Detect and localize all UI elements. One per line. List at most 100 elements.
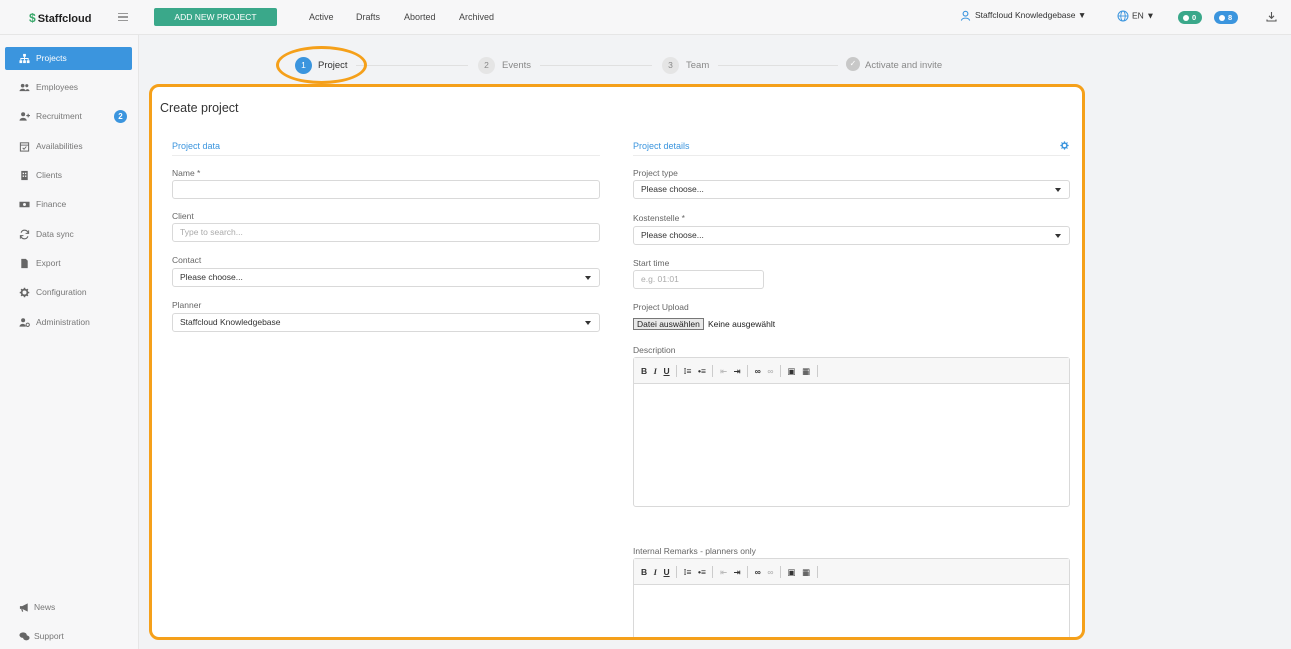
planner-select[interactable]: Staffcloud Knowledgebase xyxy=(172,313,600,332)
step-3-label[interactable]: Team xyxy=(686,60,709,71)
sidebar-item-administration[interactable]: Administration xyxy=(5,311,132,334)
section-project-details: Project details xyxy=(633,141,1070,156)
nav-archived[interactable]: Archived xyxy=(459,12,494,22)
choose-file-button[interactable]: Datei auswählen xyxy=(633,318,704,330)
unordered-list-icon[interactable]: •≡ xyxy=(698,358,706,384)
calendar-check-icon xyxy=(19,142,30,152)
step-4-check-icon[interactable]: ✓ xyxy=(846,57,860,71)
chat-count-badge[interactable]: 0 xyxy=(1178,11,1203,24)
bold-button[interactable]: B xyxy=(641,559,647,585)
unordered-list-icon[interactable]: •≡ xyxy=(698,559,706,585)
step-3-number[interactable]: 3 xyxy=(662,57,679,74)
gear-icon[interactable] xyxy=(1060,141,1069,150)
download-icon[interactable] xyxy=(1266,11,1277,22)
chat-icon xyxy=(1183,14,1189,21)
chat-count: 0 xyxy=(1192,13,1197,22)
italic-button[interactable]: I xyxy=(654,559,657,585)
internal-remarks-editor[interactable]: B I U ⁞≡ •≡ ⇤ ⇥ ∞ ∞ ▣ ▦ xyxy=(633,558,1070,637)
sitemap-icon xyxy=(19,53,30,64)
sidebar-item-label: Support xyxy=(34,631,64,641)
step-2-label[interactable]: Events xyxy=(502,60,531,71)
nav-active[interactable]: Active xyxy=(309,12,334,22)
sidebar-item-label: Projects xyxy=(36,53,67,63)
image-icon[interactable]: ▣ xyxy=(787,358,795,384)
sidebar-item-availabilities[interactable]: Availabilities xyxy=(5,135,132,158)
language-switcher[interactable]: EN ▼ xyxy=(1117,10,1155,22)
user-cog-icon xyxy=(19,318,30,327)
ordered-list-icon[interactable]: ⁞≡ xyxy=(684,358,692,384)
toolbar-divider xyxy=(712,566,714,578)
top-bar: $ Staffcloud ADD NEW PROJECT Active Draft… xyxy=(0,0,1291,35)
start-time-input[interactable]: e.g. 01:01 xyxy=(633,270,764,289)
bold-button[interactable]: B xyxy=(641,358,647,384)
unlink-icon[interactable]: ∞ xyxy=(767,559,773,585)
user-plus-icon xyxy=(19,112,30,121)
bell-icon xyxy=(1219,14,1225,21)
add-new-project-button[interactable]: ADD NEW PROJECT xyxy=(154,8,277,26)
contact-label: Contact xyxy=(172,255,202,265)
caret-down-icon xyxy=(1055,234,1061,238)
menu-toggle-icon[interactable] xyxy=(118,13,128,21)
gear-icon xyxy=(19,287,30,298)
language-code: EN xyxy=(1132,10,1144,21)
notification-count-badge[interactable]: 8 xyxy=(1214,11,1239,24)
user-menu[interactable]: Staffcloud Knowledgebase ▼ xyxy=(960,10,1086,22)
chat-icon xyxy=(19,632,30,641)
description-label: Description xyxy=(633,345,676,355)
caret-down-icon xyxy=(585,321,591,325)
caret-down-icon: ▼ xyxy=(1146,10,1155,21)
planner-label: Planner xyxy=(172,300,202,310)
name-input[interactable] xyxy=(172,180,600,199)
nav-drafts[interactable]: Drafts xyxy=(356,12,380,22)
project-type-value: Please choose... xyxy=(641,184,704,194)
link-icon[interactable]: ∞ xyxy=(755,559,761,585)
sidebar-item-label: Employees xyxy=(36,82,79,92)
sidebar-item-projects[interactable]: Projects xyxy=(5,47,132,70)
nav-aborted[interactable]: Aborted xyxy=(404,12,436,22)
remarks-toolbar: B I U ⁞≡ •≡ ⇤ ⇥ ∞ ∞ ▣ ▦ xyxy=(634,559,1069,585)
contact-value: Please choose... xyxy=(180,272,243,282)
client-label: Client xyxy=(172,211,194,221)
unlink-icon[interactable]: ∞ xyxy=(767,358,773,384)
sidebar-item-export[interactable]: Export xyxy=(5,252,132,275)
sidebar-item-employees[interactable]: Employees xyxy=(5,76,132,99)
client-search-input[interactable]: Type to search... xyxy=(172,223,600,242)
caret-down-icon xyxy=(585,276,591,280)
ordered-list-icon[interactable]: ⁞≡ xyxy=(684,559,692,585)
indent-icon[interactable]: ⇥ xyxy=(734,559,741,585)
description-editor[interactable]: B I U ⁞≡ •≡ ⇤ ⇥ ∞ ∞ ▣ ▦ xyxy=(633,357,1070,507)
step-connector xyxy=(540,65,652,66)
contact-select[interactable]: Please choose... xyxy=(172,268,600,287)
sidebar-item-data-sync[interactable]: Data sync xyxy=(5,223,132,246)
sidebar-item-label: Finance xyxy=(36,199,67,209)
sidebar-item-recruitment[interactable]: Recruitment 2 xyxy=(5,105,132,128)
sidebar-item-support[interactable]: Support xyxy=(5,625,132,648)
underline-button[interactable]: U xyxy=(663,358,669,384)
sidebar-item-clients[interactable]: Clients xyxy=(5,164,132,187)
sync-icon xyxy=(19,229,30,240)
sidebar-item-news[interactable]: News xyxy=(5,596,132,619)
planner-value: Staffcloud Knowledgebase xyxy=(180,317,281,327)
table-icon[interactable]: ▦ xyxy=(802,358,810,384)
staffcloud-logo[interactable]: $ Staffcloud xyxy=(29,11,91,25)
toolbar-divider xyxy=(779,365,781,377)
italic-button[interactable]: I xyxy=(654,358,657,384)
recruitment-count-badge: 2 xyxy=(114,110,127,123)
sidebar-item-configuration[interactable]: Configuration xyxy=(5,281,132,304)
outdent-icon[interactable]: ⇤ xyxy=(720,559,727,585)
toolbar-divider xyxy=(676,365,678,377)
indent-icon[interactable]: ⇥ xyxy=(734,358,741,384)
underline-button[interactable]: U xyxy=(663,559,669,585)
image-icon[interactable]: ▣ xyxy=(787,559,795,585)
outdent-icon[interactable]: ⇤ xyxy=(720,358,727,384)
link-icon[interactable]: ∞ xyxy=(755,358,761,384)
project-type-select[interactable]: Please choose... xyxy=(633,180,1070,199)
step-4-label[interactable]: Activate and invite xyxy=(865,60,942,71)
toolbar-divider xyxy=(676,566,678,578)
step-2-number[interactable]: 2 xyxy=(478,57,495,74)
sidebar-item-finance[interactable]: Finance xyxy=(5,193,132,216)
cost-center-select[interactable]: Please choose... xyxy=(633,226,1070,245)
caret-down-icon xyxy=(1055,188,1061,192)
start-time-label: Start time xyxy=(633,258,670,268)
table-icon[interactable]: ▦ xyxy=(802,559,810,585)
